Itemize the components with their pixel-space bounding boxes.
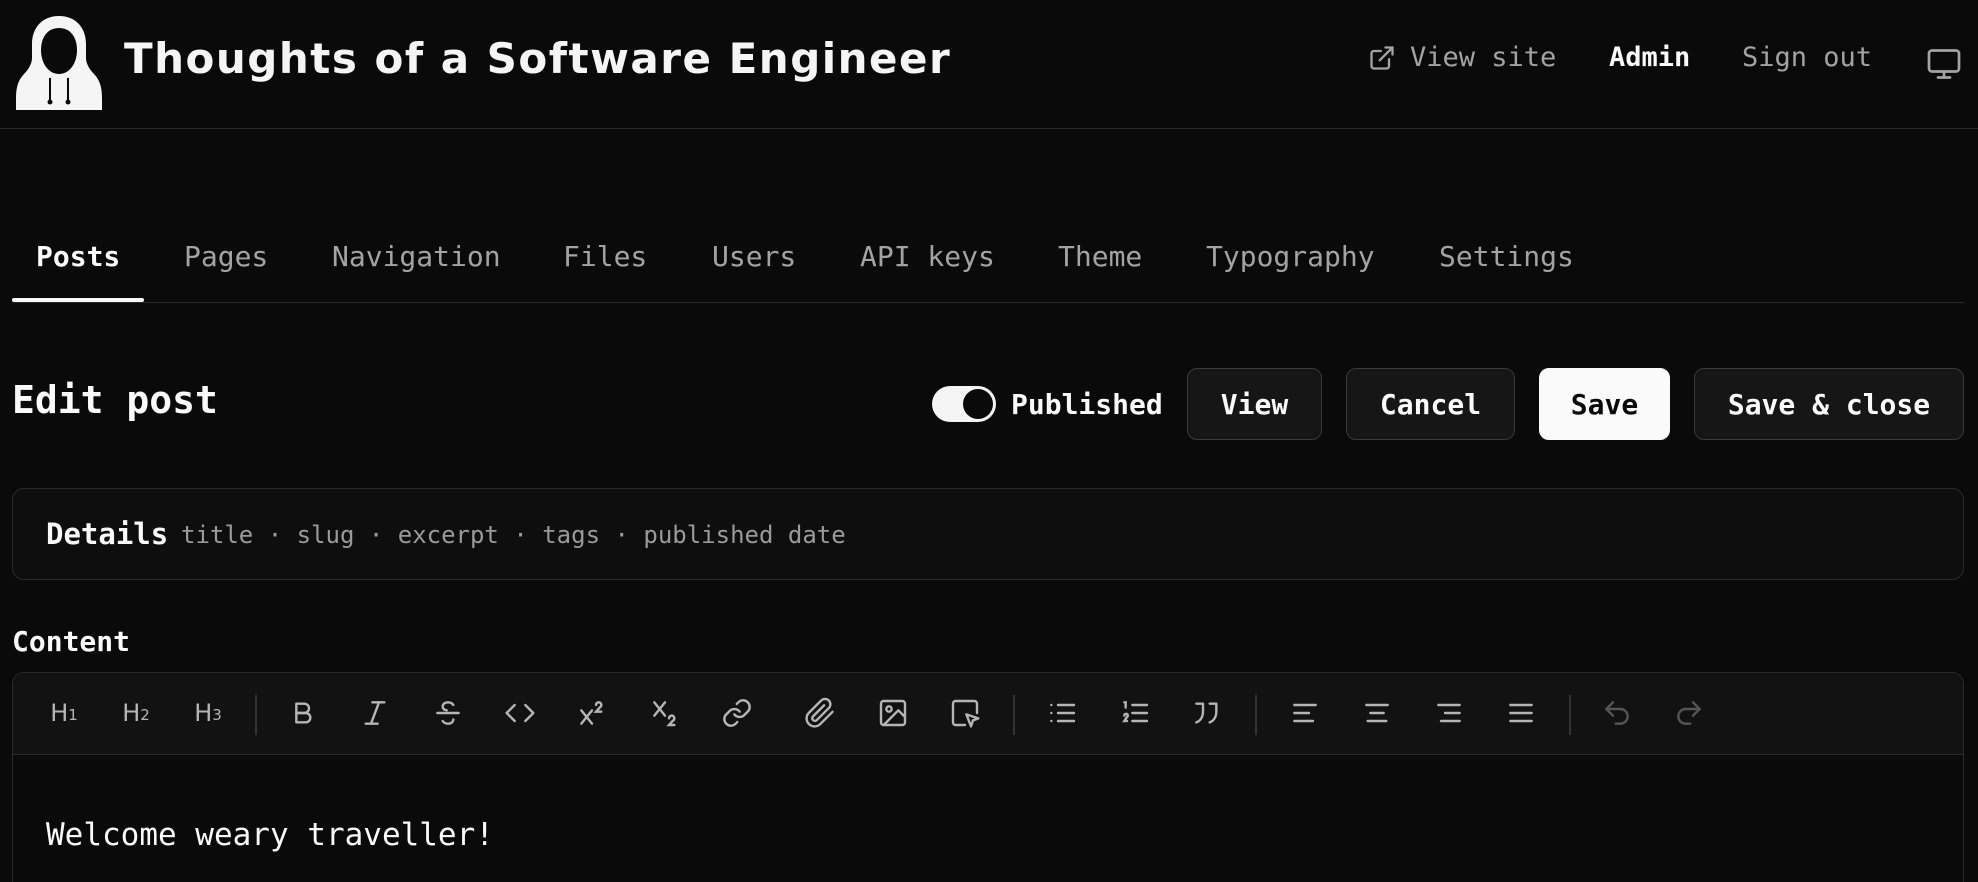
heading-1-button[interactable]: H1 — [46, 695, 82, 731]
heading-2-letter: H — [122, 699, 141, 727]
sign-out-link[interactable]: Sign out — [1742, 42, 1872, 73]
strikethrough-icon[interactable] — [430, 695, 466, 731]
heading-3-letter: H — [194, 699, 213, 727]
editor-toolbar: H1 H2 H3 — [13, 673, 1963, 755]
bullet-list-icon[interactable] — [1044, 695, 1080, 731]
site-title[interactable]: Thoughts of a Software Engineer — [124, 34, 951, 83]
published-label[interactable]: Published — [1011, 388, 1163, 421]
details-summary: title · slug · excerpt · tags · publishe… — [181, 521, 846, 549]
toggle-knob — [963, 389, 993, 419]
tab-posts[interactable]: Posts — [36, 240, 120, 273]
view-button[interactable]: View — [1187, 368, 1322, 440]
editor-body-text[interactable]: Welcome weary traveller! — [46, 817, 494, 853]
cancel-button[interactable]: Cancel — [1346, 368, 1515, 440]
tab-users[interactable]: Users — [712, 240, 796, 273]
content-label: Content — [12, 625, 131, 658]
save-button[interactable]: Save — [1539, 368, 1670, 440]
view-site-link[interactable]: View site — [1368, 42, 1556, 73]
image-icon[interactable] — [875, 695, 911, 731]
subscript-icon[interactable] — [647, 695, 683, 731]
details-title: Details — [46, 517, 169, 551]
rich-text-editor: H1 H2 H3 Welcome weary traveller! — [12, 672, 1964, 882]
site-header: Thoughts of a Software Engineer View sit… — [0, 0, 1978, 129]
link-icon[interactable] — [719, 695, 755, 731]
save-and-close-button[interactable]: Save & close — [1694, 368, 1964, 440]
code-icon[interactable] — [502, 695, 538, 731]
tab-navigation[interactable]: Navigation — [332, 240, 501, 273]
bold-icon[interactable] — [285, 695, 321, 731]
published-toggle[interactable] — [932, 386, 996, 422]
tab-theme[interactable]: Theme — [1058, 240, 1142, 273]
heading-3-button[interactable]: H3 — [190, 695, 226, 731]
justify-icon[interactable] — [1503, 695, 1539, 731]
tab-files[interactable]: Files — [563, 240, 647, 273]
active-tab-indicator — [12, 298, 144, 302]
align-center-icon[interactable] — [1359, 695, 1395, 731]
undo-icon[interactable] — [1599, 695, 1635, 731]
heading-1-level: 1 — [68, 706, 78, 724]
heading-2-level: 2 — [140, 706, 150, 724]
tab-pages[interactable]: Pages — [184, 240, 268, 273]
tab-typography[interactable]: Typography — [1206, 240, 1375, 273]
superscript-icon[interactable] — [574, 695, 610, 731]
align-left-icon[interactable] — [1287, 695, 1323, 731]
hooded-figure-logo-icon[interactable] — [14, 14, 104, 112]
heading-1-letter: H — [50, 699, 69, 727]
toolbar-divider — [1255, 695, 1257, 735]
details-panel[interactable]: Details title · slug · excerpt · tags · … — [12, 488, 1964, 580]
external-link-icon — [1370, 45, 1394, 70]
page-title: Edit post — [12, 378, 218, 422]
select-icon[interactable] — [947, 695, 983, 731]
toolbar-divider — [1569, 695, 1571, 735]
admin-tabs: Posts Pages Navigation Files Users API k… — [12, 240, 1964, 303]
view-site-label: View site — [1410, 42, 1557, 73]
attachment-icon[interactable] — [802, 695, 838, 731]
heading-3-level: 3 — [212, 706, 222, 724]
heading-2-button[interactable]: H2 — [118, 695, 154, 731]
monitor-icon[interactable] — [1924, 46, 1964, 82]
toolbar-divider — [1013, 695, 1015, 735]
quote-icon[interactable] — [1189, 695, 1225, 731]
italic-icon[interactable] — [357, 695, 393, 731]
align-right-icon[interactable] — [1431, 695, 1467, 731]
toolbar-divider — [255, 695, 257, 735]
redo-icon[interactable] — [1671, 695, 1707, 731]
admin-link[interactable]: Admin — [1609, 42, 1690, 73]
tab-settings[interactable]: Settings — [1439, 240, 1574, 273]
tab-api-keys[interactable]: API keys — [860, 240, 995, 273]
numbered-list-icon[interactable] — [1117, 695, 1153, 731]
